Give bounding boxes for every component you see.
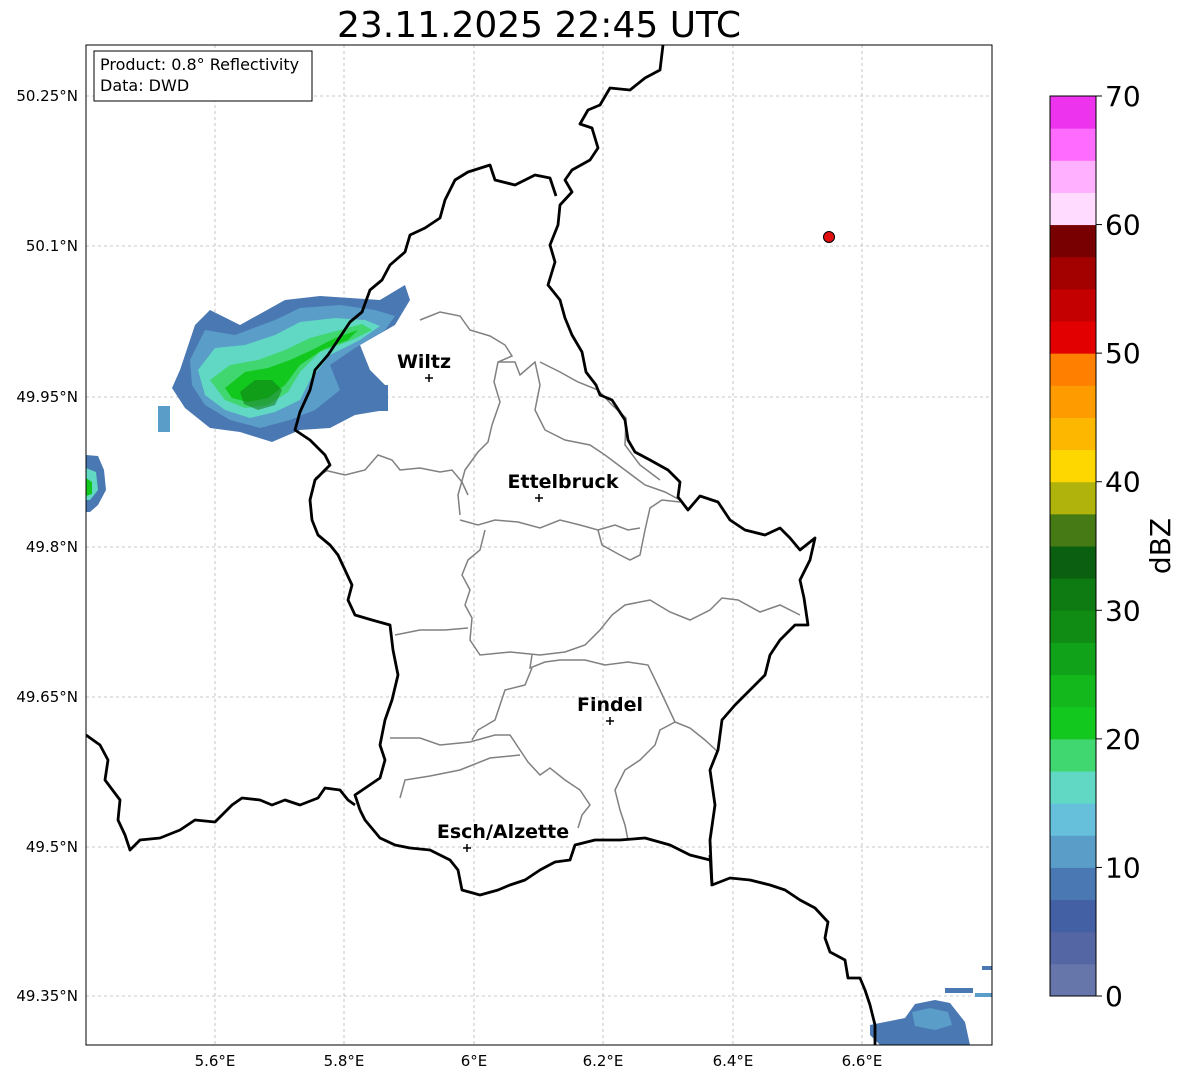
map-area[interactable]	[86, 45, 992, 1045]
radar-figure: Wiltz Ettelbruck Findel Esch/Alzette Pro…	[16, 44, 1177, 1070]
colorbar-swatch	[1050, 931, 1096, 965]
longitude-axis: 5.6°E 5.8°E 6°E 6.2°E 6.4°E 6.6°E	[195, 1052, 883, 1070]
colorbar-swatch	[1050, 192, 1096, 226]
lon-label: 6.6°E	[842, 1052, 883, 1070]
colorbar-swatch	[1050, 353, 1096, 386]
city-label: Ettelbruck	[508, 471, 619, 493]
colorbar-swatch	[1050, 128, 1096, 161]
lat-label: 49.8°N	[26, 538, 78, 556]
lat-label: 49.35°N	[16, 987, 78, 1005]
radar-site-marker[interactable]	[823, 231, 835, 243]
latitude-axis: 50.25°N 50.1°N 49.95°N 49.8°N 49.65°N 49…	[16, 87, 78, 1005]
colorbar-swatch	[1050, 96, 1096, 129]
colorbar-swatch	[1050, 738, 1096, 772]
colorbar-tick-label: 30	[1105, 594, 1141, 627]
info-data-source: Data: DWD	[100, 76, 189, 95]
colorbar-swatch	[1050, 481, 1096, 515]
info-product: Product: 0.8° Reflectivity	[100, 55, 299, 74]
colorbar-swatch	[1050, 546, 1096, 579]
colorbar-swatch	[1050, 803, 1096, 836]
lon-label: 6°E	[461, 1052, 488, 1070]
lon-label: 6.4°E	[713, 1052, 754, 1070]
lon-label: 6.2°E	[583, 1052, 624, 1070]
colorbar-swatch	[1050, 578, 1096, 611]
lat-label: 50.25°N	[16, 87, 78, 105]
colorbar-swatch	[1050, 867, 1096, 901]
colorbar-swatch	[1050, 513, 1096, 547]
colorbar-swatch	[1050, 224, 1096, 258]
colorbar-label: dBZ	[1144, 518, 1177, 574]
lat-label: 50.1°N	[26, 237, 78, 255]
colorbar-swatch	[1050, 288, 1096, 322]
colorbar-swatch	[1050, 321, 1096, 354]
colorbar-tick-label: 40	[1105, 466, 1141, 499]
colorbar-swatch	[1050, 642, 1096, 676]
lat-label: 49.65°N	[16, 688, 78, 706]
colorbar-swatch	[1050, 160, 1096, 193]
colorbar-tick-label: 50	[1105, 337, 1141, 370]
colorbar-tick-label: 0	[1105, 980, 1123, 1013]
lat-label: 49.95°N	[16, 388, 78, 406]
lat-label: 49.5°N	[26, 838, 78, 856]
colorbar-swatches	[1050, 96, 1096, 997]
colorbar-tick-label: 70	[1105, 80, 1141, 113]
lon-label: 5.8°E	[324, 1052, 365, 1070]
colorbar-swatch	[1050, 706, 1096, 740]
colorbar-swatch	[1050, 963, 1096, 997]
colorbar-tick-label: 60	[1105, 209, 1141, 242]
colorbar-swatch	[1050, 899, 1096, 933]
info-box: Product: 0.8° Reflectivity Data: DWD	[93, 50, 313, 102]
lon-label: 5.6°E	[195, 1052, 236, 1070]
colorbar-tick-label: 10	[1105, 851, 1141, 884]
colorbar-swatch	[1050, 417, 1096, 451]
colorbar-swatch	[1050, 674, 1096, 708]
colorbar-ticks: 0 10 20 30 40 50 60 70	[1096, 80, 1141, 1013]
city-label: Findel	[577, 694, 643, 716]
colorbar-swatch	[1050, 256, 1096, 290]
colorbar-swatch	[1050, 835, 1096, 868]
colorbar-swatch	[1050, 610, 1096, 643]
colorbar-tick-label: 20	[1105, 723, 1141, 756]
colorbar: 0 10 20 30 40 50 60 70 dBZ	[1049, 80, 1177, 1013]
colorbar-swatch	[1050, 771, 1096, 804]
colorbar-swatch	[1050, 385, 1096, 418]
city-label: Esch/Alzette	[437, 821, 569, 843]
colorbar-swatch	[1050, 449, 1096, 483]
city-label: Wiltz	[397, 351, 451, 373]
